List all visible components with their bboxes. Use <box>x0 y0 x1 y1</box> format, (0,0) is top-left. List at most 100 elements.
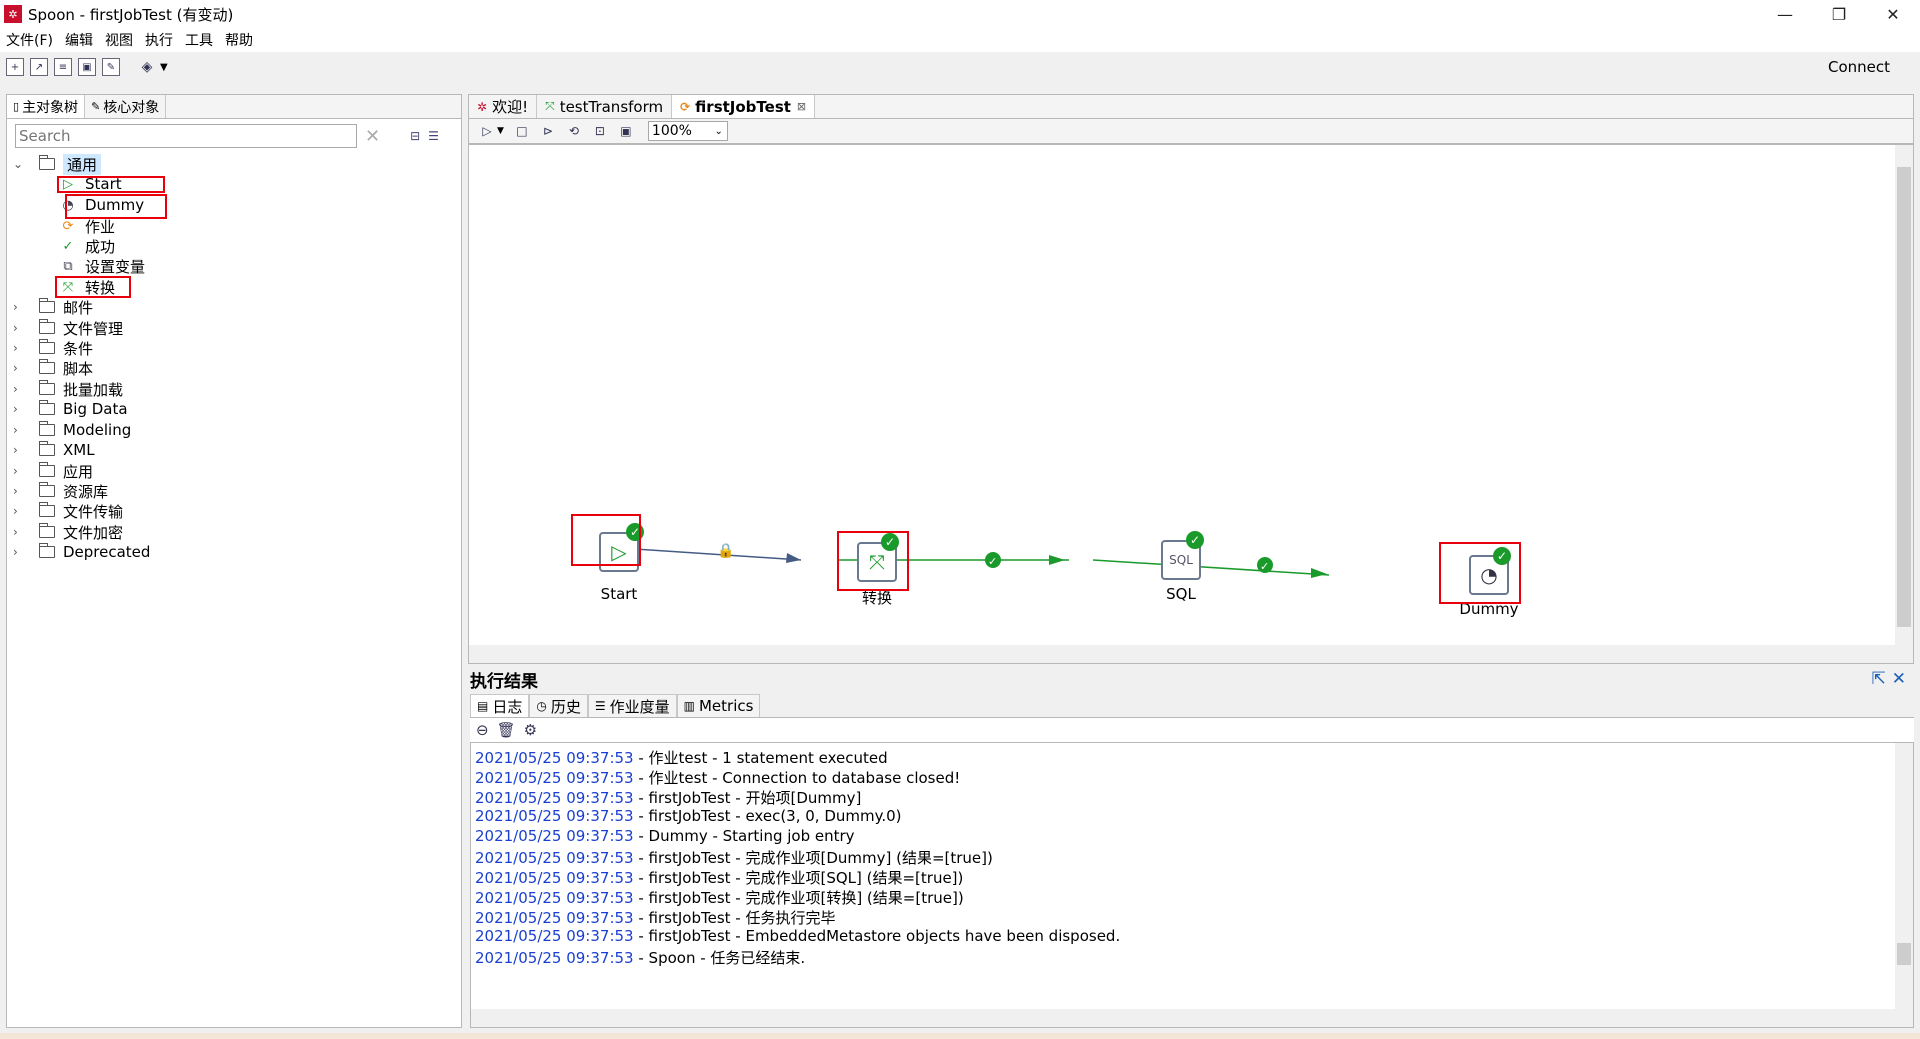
zoom-select[interactable]: 100% ⌄ <box>647 121 728 141</box>
tab-main-object-tree[interactable]: ▯ 主对象树 <box>7 95 86 118</box>
job-canvas[interactable]: 🔒 ✓ ✓ ▷ ✓ Start ⤧ ✓ 转换 SQL ✓ SQL ◔ ✓ Dum… <box>468 144 1914 664</box>
search-input[interactable] <box>15 124 357 148</box>
left-panel: ▯ 主对象树 ✎ 核心对象 ✕ ⊟ ☰ ⌄ 通用 ▷ Start ◔ Dummy <box>6 94 462 1028</box>
trash-icon[interactable]: 🗑 <box>497 721 516 739</box>
tree-folder-modeling[interactable]: › Modeling <box>13 419 131 441</box>
tab-log[interactable]: ▤ 日志 <box>470 694 530 717</box>
folder-icon <box>39 421 55 436</box>
menu-edit[interactable]: 编辑 <box>59 30 99 50</box>
tab-history[interactable]: ◷ 历史 <box>529 694 588 717</box>
tree-folder-mail[interactable]: › 邮件 <box>13 296 93 318</box>
chevron-right-icon[interactable]: › <box>13 361 27 375</box>
expand-all-icon[interactable]: ☰ <box>428 129 439 143</box>
run-icon[interactable]: ▷ <box>479 123 495 139</box>
gear-icon[interactable]: ⚙ <box>524 721 537 739</box>
chevron-right-icon[interactable]: › <box>13 484 27 498</box>
sql-icon[interactable]: ⊡ <box>592 123 608 139</box>
menu-bar: 文件(F) 编辑 视图 执行 工具 帮助 <box>0 28 1920 52</box>
restore-button[interactable]: ❐ <box>1812 0 1866 28</box>
tree-folder-conditions[interactable]: › 条件 <box>13 337 93 359</box>
chevron-right-icon[interactable]: › <box>13 300 27 314</box>
chevron-right-icon[interactable]: › <box>13 321 27 335</box>
highlight-canvas-transform <box>837 531 909 591</box>
pencil-icon: ✎ <box>91 100 101 113</box>
chart-icon: ▥ <box>683 699 695 713</box>
tree-folder-file-transfer[interactable]: › 文件传输 <box>13 500 123 522</box>
chevron-right-icon[interactable]: › <box>13 402 27 416</box>
hop-sql-dummy[interactable] <box>1092 559 1330 576</box>
log-line: 2021/05/25 09:37:53 - Spoon - 任务已经结束. <box>475 949 806 967</box>
tab-first-job-test[interactable]: ⟳ firstJobTest ⊠ <box>672 95 816 118</box>
tab-metrics[interactable]: ▥ Metrics <box>676 694 761 717</box>
chevron-right-icon[interactable]: › <box>13 525 27 539</box>
menu-run[interactable]: 执行 <box>139 30 179 50</box>
explore-db-icon[interactable]: ▣ <box>618 123 634 139</box>
minimize-button[interactable]: — <box>1758 0 1812 28</box>
connect-button[interactable]: Connect <box>1828 58 1890 76</box>
close-icon[interactable]: ✕ <box>1892 669 1906 689</box>
chevron-down-icon[interactable]: ▼ <box>160 62 168 73</box>
tree-folder-general[interactable]: ⌄ 通用 <box>13 153 102 175</box>
chevron-right-icon[interactable]: › <box>13 341 27 355</box>
chevron-right-icon[interactable]: › <box>13 545 27 559</box>
explore-repository-icon[interactable]: ≡ <box>54 58 72 76</box>
main-toolbar: + ↗ ≡ ▣ ✎ ◈ ▼ Connect <box>0 52 1920 82</box>
log-line: 2021/05/25 09:37:53 - firstJobTest - 完成作… <box>475 869 964 887</box>
new-file-icon[interactable]: + <box>6 58 24 76</box>
chevron-right-icon[interactable]: › <box>13 423 27 437</box>
scroll-thumb[interactable] <box>1897 943 1911 965</box>
close-tab-icon[interactable]: ⊠ <box>797 100 806 113</box>
log-horizontal-scrollbar[interactable] <box>471 1009 1913 1027</box>
save-icon[interactable]: ▣ <box>78 58 96 76</box>
clear-log-icon[interactable]: ⊖ <box>476 721 489 739</box>
hop-start-transform[interactable] <box>618 547 802 561</box>
folder-icon <box>39 155 55 170</box>
folder-icon <box>39 543 55 558</box>
menu-tools[interactable]: 工具 <box>179 30 219 50</box>
tree-folder-repository[interactable]: › 资源库 <box>13 480 108 502</box>
save-as-icon[interactable]: ✎ <box>102 58 120 76</box>
log-vertical-scrollbar[interactable] <box>1895 743 1913 1027</box>
spoon-icon: ✲ <box>4 5 22 23</box>
menu-help[interactable]: 帮助 <box>219 30 259 50</box>
tree-folder-xml[interactable]: › XML <box>13 439 95 461</box>
folder-icon <box>39 523 55 538</box>
canvas-horizontal-scrollbar[interactable] <box>469 645 1913 663</box>
replay-icon[interactable]: ⊳ <box>540 123 556 139</box>
chevron-right-icon[interactable]: › <box>13 382 27 396</box>
scroll-thumb[interactable] <box>1897 167 1911 627</box>
maximize-icon[interactable]: ⇱ <box>1872 669 1886 689</box>
perspective-layers-icon[interactable]: ◈ <box>138 58 156 76</box>
tree-folder-scripting[interactable]: › 脚本 <box>13 357 93 379</box>
log-area[interactable]: 2021/05/25 09:37:53 - 作业test - 1 stateme… <box>470 742 1914 1028</box>
tree-folder-file-management[interactable]: › 文件管理 <box>13 317 123 339</box>
menu-file[interactable]: 文件(F) <box>0 30 59 50</box>
canvas-vertical-scrollbar[interactable] <box>1895 145 1913 663</box>
close-button[interactable]: ✕ <box>1866 0 1920 28</box>
menu-view[interactable]: 视图 <box>99 30 139 50</box>
tree-folder-big-data[interactable]: › Big Data <box>13 398 128 420</box>
chevron-right-icon[interactable]: › <box>13 464 27 478</box>
chevron-down-icon[interactable]: ▼ <box>497 126 504 136</box>
tab-core-objects[interactable]: ✎ 核心对象 <box>85 95 167 118</box>
open-file-icon[interactable]: ↗ <box>30 58 48 76</box>
tab-welcome[interactable]: ✲ 欢迎! <box>469 95 538 118</box>
chevron-down-icon[interactable]: ⌄ <box>13 157 27 171</box>
collapse-all-icon[interactable]: ⊟ <box>410 129 420 143</box>
stop-icon[interactable]: □ <box>514 123 530 139</box>
tree-item-set-variable[interactable]: ⧉ 设置变量 <box>59 255 145 277</box>
chevron-right-icon[interactable]: › <box>13 504 27 518</box>
tab-job-metrics[interactable]: ☰ 作业度量 <box>587 694 677 717</box>
log-line: 2021/05/25 09:37:53 - 作业test - 1 stateme… <box>475 749 888 767</box>
tree-folder-file-encryption[interactable]: › 文件加密 <box>13 521 123 543</box>
tab-test-transform[interactable]: ⤧ testTransform <box>537 95 673 118</box>
tree-folder-utility[interactable]: › 应用 <box>13 460 93 482</box>
tree-folder-bulk-loading[interactable]: › 批量加载 <box>13 378 123 400</box>
chevron-right-icon[interactable]: › <box>13 443 27 457</box>
check-job-icon[interactable]: ⟲ <box>566 123 582 139</box>
tree-folder-deprecated[interactable]: › Deprecated <box>13 541 150 563</box>
folder-icon <box>39 400 55 415</box>
svg-text:✓: ✓ <box>988 555 997 568</box>
clear-search-icon[interactable]: ✕ <box>365 126 380 147</box>
tree-item-success[interactable]: ✓ 成功 <box>59 235 115 257</box>
